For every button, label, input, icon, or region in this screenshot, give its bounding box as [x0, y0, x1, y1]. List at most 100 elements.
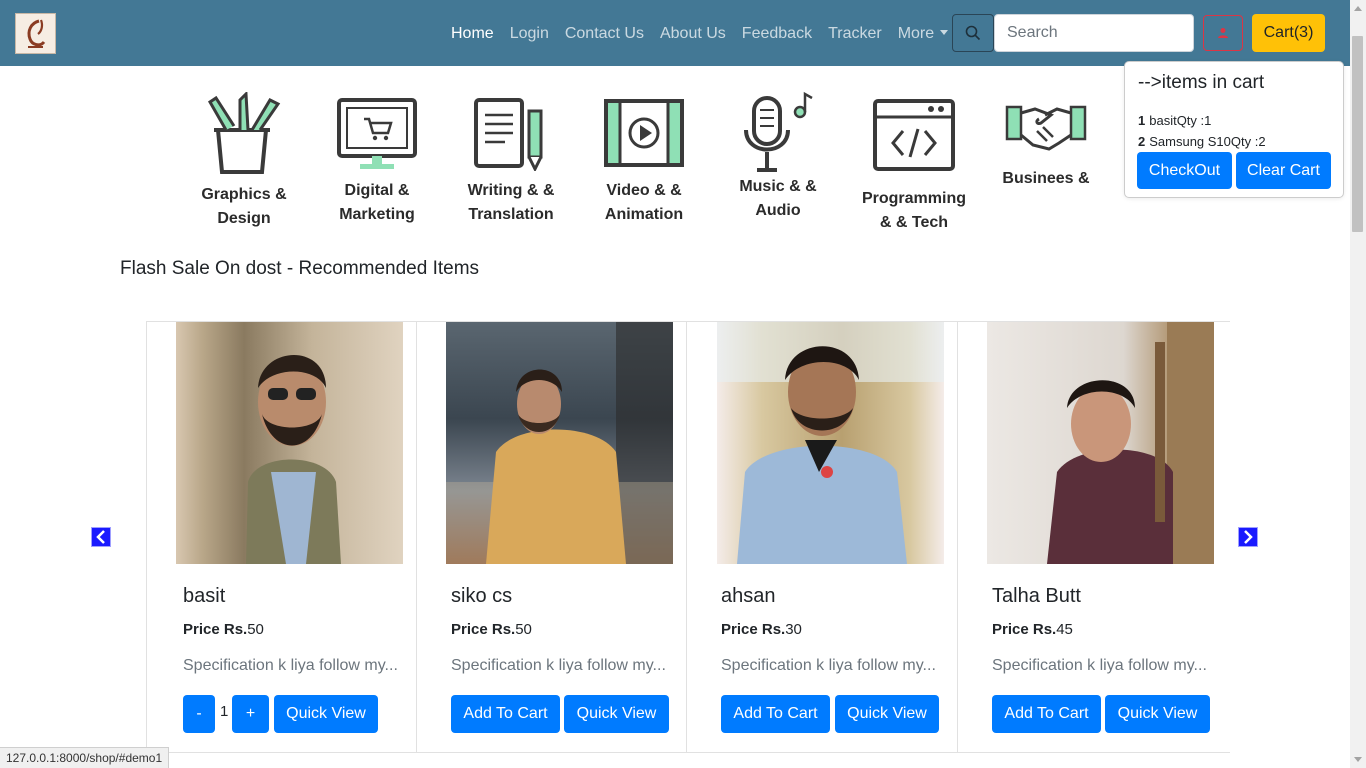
cart-item: 1 basitQty :1	[1138, 113, 1211, 128]
price-value: 50	[247, 621, 264, 638]
category-programming-tech[interactable]: Programming & & Tech	[858, 99, 970, 235]
category-video-animation[interactable]: Video & & Animation	[594, 99, 694, 227]
card-divider	[416, 321, 417, 753]
price-label: Price Rs.	[451, 621, 516, 638]
product-price: Price Rs.30	[721, 621, 802, 638]
cart-item-index: 2	[1138, 134, 1146, 149]
nav-login[interactable]: Login	[502, 22, 557, 46]
product-description: Specification k liya follow my...	[992, 657, 1207, 674]
category-label: Digital &	[344, 182, 410, 199]
product-description: Specification k liya follow my...	[451, 657, 666, 674]
product-description: Specification k liya follow my...	[721, 657, 936, 674]
quick-view-button[interactable]: Quick View	[835, 695, 939, 733]
nav-contact-us[interactable]: Contact Us	[557, 22, 652, 46]
card-divider	[957, 321, 958, 753]
qty-minus-button[interactable]: -	[183, 695, 215, 733]
price-label: Price Rs.	[183, 621, 248, 638]
price-value: 30	[785, 621, 802, 638]
nav-feedback[interactable]: Feedback	[734, 22, 820, 46]
browser-status-url: 127.0.0.1:8000/shop/#demo1	[0, 747, 170, 768]
user-icon	[1218, 28, 1228, 38]
category-writing-translation[interactable]: Writing & & Translation	[456, 97, 566, 227]
qty-value: 1	[220, 703, 229, 720]
category-label: Music & &	[739, 178, 817, 195]
search-input[interactable]	[994, 14, 1194, 52]
user-account-button[interactable]	[1203, 15, 1243, 51]
brand-logo[interactable]	[15, 13, 56, 54]
person-photo-icon	[446, 322, 673, 564]
chevron-left-icon	[96, 530, 105, 544]
scroll-up-arrow-icon[interactable]	[1354, 6, 1362, 11]
search-icon	[965, 25, 981, 41]
monitor-cart-icon	[337, 98, 417, 169]
nav-more-label: More	[897, 25, 935, 42]
clear-cart-button[interactable]: Clear Cart	[1236, 152, 1331, 189]
carousel-prev-button[interactable]	[91, 527, 111, 547]
calligraphy-logo-icon	[27, 19, 45, 48]
category-label: Design	[217, 210, 271, 227]
quick-view-button[interactable]: Quick View	[564, 695, 669, 733]
category-label: Animation	[604, 206, 684, 223]
search-button[interactable]	[952, 14, 994, 52]
card-divider	[686, 321, 687, 753]
carousel-next-button[interactable]	[1238, 527, 1258, 547]
category-label: Programming	[861, 190, 966, 207]
nav-links: Home Login Contact Us About Us Feedback …	[443, 22, 956, 46]
category-label: & & Tech	[879, 214, 949, 231]
product-price: Price Rs.50	[451, 621, 532, 638]
cart-item-text: Samsung S10Qty :2	[1149, 134, 1266, 149]
section-title: Flash Sale On dost - Recommended Items	[120, 258, 480, 279]
product-name: Talha Butt	[992, 585, 1081, 607]
product-name: siko cs	[451, 585, 513, 607]
document-pen-icon	[474, 98, 543, 171]
price-label: Price Rs.	[721, 621, 786, 638]
product-image[interactable]	[176, 322, 403, 564]
code-window-icon	[873, 99, 955, 171]
page-scrollbar[interactable]	[1350, 0, 1366, 768]
nav-home[interactable]: Home	[443, 22, 502, 46]
cart-popover-title: -->items in cart	[1138, 72, 1265, 93]
product-image[interactable]	[987, 322, 1214, 564]
product-description: Specification k liya follow my...	[183, 657, 398, 674]
category-label: Graphics &	[201, 186, 287, 203]
cart-item-index: 1	[1138, 113, 1146, 128]
cart-item-text: basitQty :1	[1149, 113, 1212, 128]
handshake-icon	[1005, 105, 1087, 151]
category-label: Video & &	[606, 182, 682, 199]
qty-plus-button[interactable]: +	[232, 695, 269, 733]
add-to-cart-button[interactable]: Add To Cart	[992, 695, 1101, 733]
cart-popover: -->items in cart 1 basitQty :1 2 Samsung S…	[1124, 61, 1344, 198]
nav-tracker[interactable]: Tracker	[820, 22, 890, 46]
add-to-cart-button[interactable]: Add To Cart	[721, 695, 830, 733]
nav-about-us[interactable]: About Us	[652, 22, 734, 46]
category-label: Writing & &	[467, 182, 555, 199]
category-digital-marketing[interactable]: Digital & Marketing	[327, 97, 427, 227]
cart-item: 2 Samsung S10Qty :2	[1138, 134, 1266, 149]
microphone-icon	[744, 91, 813, 172]
product-name: basit	[183, 585, 226, 607]
category-graphics-design[interactable]: Graphics & Design	[194, 92, 294, 231]
person-photo-icon	[246, 354, 341, 564]
quick-view-button[interactable]: Quick View	[274, 695, 378, 733]
category-label: Marketing	[339, 206, 415, 223]
product-image[interactable]	[717, 322, 944, 564]
navbar: Home Login Contact Us About Us Feedback …	[0, 0, 1350, 66]
product-image[interactable]	[446, 322, 673, 564]
category-label: Businees &	[1002, 170, 1090, 187]
cart-button[interactable]: Cart(3)	[1252, 14, 1325, 52]
price-value: 45	[1056, 621, 1073, 638]
product-price: Price Rs.45	[992, 621, 1073, 638]
price-value: 50	[515, 621, 532, 638]
category-label: Audio	[755, 202, 801, 219]
quick-view-button[interactable]: Quick View	[1105, 695, 1210, 733]
add-to-cart-button[interactable]: Add To Cart	[451, 695, 560, 733]
chevron-right-icon	[1244, 530, 1253, 544]
pencil-cup-icon	[208, 92, 281, 174]
checkout-button[interactable]: CheckOut	[1137, 152, 1232, 189]
category-business[interactable]: Businees &	[996, 101, 1096, 191]
nav-more-dropdown[interactable]: More	[890, 22, 956, 46]
product-price: Price Rs.50	[183, 621, 264, 638]
scroll-down-arrow-icon[interactable]	[1354, 757, 1362, 762]
category-music-audio[interactable]: Music & & Audio	[728, 90, 828, 223]
scroll-thumb[interactable]	[1352, 36, 1363, 232]
